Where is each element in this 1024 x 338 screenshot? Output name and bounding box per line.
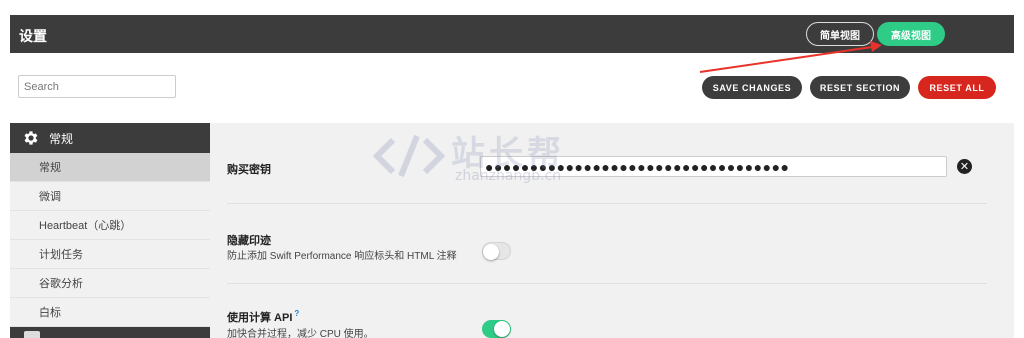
sidebar-section-general[interactable]: 常规 [10,123,210,153]
compute-api-toggle[interactable] [482,320,511,338]
divider [227,203,987,204]
settings-panel: 购买密钥 ●●●●●●●●●●●●●●●●●●●●●●●●●●●●●●●●●● … [210,123,1014,338]
settings-window: 设置 简单视图 高级视图 SAVE CHANGES RESET SECTION … [10,15,1014,338]
toggle-knob [483,244,499,260]
sidebar-item-general[interactable]: 常规 [10,153,210,182]
toolbar: SAVE CHANGES RESET SECTION RESET ALL [10,53,1014,123]
sidebar-section-label: 常规 [49,131,74,146]
purchase-key-field[interactable]: ●●●●●●●●●●●●●●●●●●●●●●●●●●●●●●●●●● [480,156,947,177]
hide-footprint-description: 防止添加 Swift Performance 响应标头和 HTML 注释 [227,251,457,262]
help-icon[interactable]: ? [294,309,299,318]
sidebar-item-cron[interactable]: 计划任务 [10,240,210,269]
sidebar: 常规 常规 微调 Heartbeat（心跳） 计划任务 谷歌分析 白标 [10,123,210,338]
section-icon [24,331,40,338]
sidebar-item-heartbeat[interactable]: Heartbeat（心跳） [10,211,210,240]
top-bar: 设置 简单视图 高级视图 [10,15,1014,53]
reset-all-button[interactable]: RESET ALL [918,76,996,99]
compute-api-label-text: 使用计算 API [227,312,293,324]
save-changes-button[interactable]: SAVE CHANGES [702,76,802,99]
sidebar-item-google-analytics[interactable]: 谷歌分析 [10,269,210,298]
search-input[interactable] [18,75,176,98]
divider [227,283,987,284]
hide-footprint-toggle[interactable] [482,242,511,260]
page-title: 设置 [19,28,47,44]
advanced-view-button[interactable]: 高级视图 [877,22,945,46]
hide-footprint-label: 隐藏印迹 [227,235,271,247]
compute-api-label: 使用计算 API? [227,309,299,325]
gear-icon [24,131,38,145]
reset-section-button[interactable]: RESET SECTION [810,76,910,99]
sidebar-item-whitelabel[interactable]: 白标 [10,298,210,327]
sidebar-next-section[interactable] [10,327,210,338]
compute-api-description: 加快合并过程，减少 CPU 使用。 [227,329,374,338]
simple-view-button[interactable]: 简单视图 [806,22,874,46]
sidebar-item-tweaks[interactable]: 微调 [10,182,210,211]
purchase-key-label: 购买密钥 [227,164,271,176]
toggle-knob [494,321,510,337]
close-circle-icon[interactable]: ✕ [957,159,972,174]
